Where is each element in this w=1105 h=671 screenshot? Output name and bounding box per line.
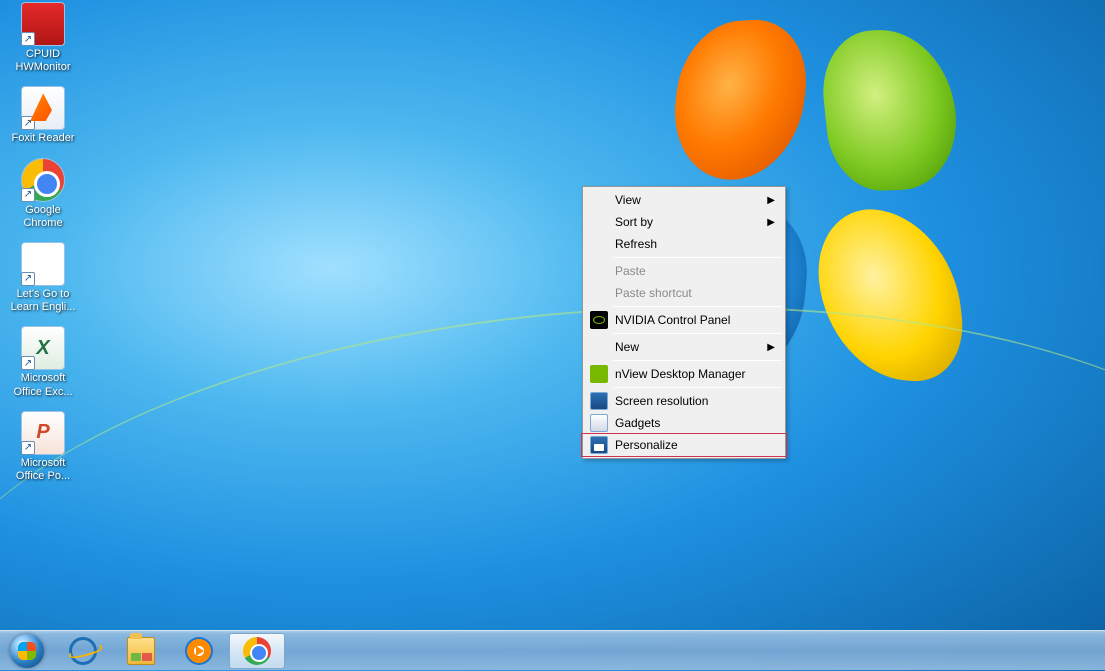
context-menu-item-gadgets[interactable]: Gadgets	[585, 412, 783, 434]
ms-powerpoint-icon: ↗	[21, 411, 65, 455]
context-menu-item-label: Paste	[615, 264, 646, 278]
shortcut-arrow-icon: ↗	[21, 272, 35, 286]
ms-excel-icon: ↗	[21, 326, 65, 370]
context-menu-item-view[interactable]: View ▶	[585, 189, 783, 211]
file-explorer-icon	[127, 637, 155, 665]
internet-explorer-icon	[69, 637, 97, 665]
context-menu-item-label: New	[615, 340, 639, 354]
context-menu-item-nview-desktop-manager[interactable]: nView Desktop Manager	[585, 363, 783, 385]
nvidia-eye-icon	[590, 311, 608, 329]
shortcut-arrow-icon: ↗	[21, 32, 35, 46]
context-menu-item-label: Sort by	[615, 215, 653, 229]
desktop-icon-google-chrome[interactable]: ↗ Google Chrome	[6, 156, 80, 232]
google-chrome-icon: ↗	[21, 158, 65, 202]
desktop-icon-label: CPUID HWMonitor	[8, 48, 78, 74]
context-menu-separator	[613, 387, 782, 388]
nvidia-logo-icon	[590, 365, 608, 383]
context-menu-item-label: Gadgets	[615, 416, 660, 430]
shortcut-arrow-icon: ↗	[21, 188, 35, 202]
context-menu-separator	[613, 333, 782, 334]
context-menu-item-paste: Paste	[585, 260, 783, 282]
context-menu-item-nvidia-control-panel[interactable]: NVIDIA Control Panel	[585, 309, 783, 331]
cpuid-hwmonitor-icon: ↗	[21, 2, 65, 46]
context-menu-separator	[613, 360, 782, 361]
highlight-box	[581, 433, 787, 457]
shortcut-arrow-icon: ↗	[21, 116, 35, 130]
desktop-icon-cpuid-hwmonitor[interactable]: ↗ CPUID HWMonitor	[6, 0, 80, 76]
desktop-icon-label: Microsoft Office Po...	[8, 457, 78, 483]
context-menu-item-paste-shortcut: Paste shortcut	[585, 282, 783, 304]
desktop-icon-label: Foxit Reader	[12, 132, 75, 145]
start-button[interactable]	[0, 631, 54, 671]
submenu-arrow-icon: ▶	[767, 195, 775, 206]
context-menu-item-label: NVIDIA Control Panel	[615, 313, 730, 327]
taskbar	[0, 630, 1105, 670]
desktop-icon-label: Microsoft Office Exc...	[8, 372, 78, 398]
context-menu-item-label: nView Desktop Manager	[615, 367, 746, 381]
google-chrome-icon	[243, 637, 271, 665]
context-menu-item-sort-by[interactable]: Sort by ▶	[585, 211, 783, 233]
context-menu-separator	[613, 257, 782, 258]
context-menu-item-label: View	[615, 193, 641, 207]
desktop-icon-ms-powerpoint[interactable]: ↗ Microsoft Office Po...	[6, 409, 80, 485]
desktop-icons-column: ↗ CPUID HWMonitor ↗ Foxit Reader ↗ Google Chr…	[6, 0, 80, 485]
desktop-icon-label: Let's Go to Learn Engli...	[8, 288, 78, 314]
desktop-icon-ms-excel[interactable]: ↗ Microsoft Office Exc...	[6, 324, 80, 400]
taskbar-item-media-player[interactable]	[171, 633, 227, 669]
submenu-arrow-icon: ▶	[767, 217, 775, 228]
shortcut-arrow-icon: ↗	[21, 441, 35, 455]
context-menu-item-screen-resolution[interactable]: Screen resolution	[585, 390, 783, 412]
desktop-context-menu: View ▶ Sort by ▶ Refresh Paste Paste shortcut N…	[582, 186, 786, 459]
submenu-arrow-icon: ▶	[767, 342, 775, 353]
context-menu-item-label: Paste shortcut	[615, 286, 692, 300]
context-menu-item-new[interactable]: New ▶	[585, 336, 783, 358]
media-player-icon	[185, 637, 213, 665]
context-menu-item-personalize[interactable]: Personalize	[585, 434, 783, 456]
gadgets-icon	[590, 414, 608, 432]
foxit-reader-icon: ↗	[21, 86, 65, 130]
lets-go-english-icon: ↗	[21, 242, 65, 286]
desktop-icon-lets-go-english[interactable]: ↗ Let's Go to Learn Engli...	[6, 240, 80, 316]
context-menu-separator	[613, 306, 782, 307]
context-menu-item-label: Refresh	[615, 237, 657, 251]
context-menu-item-label: Screen resolution	[615, 394, 708, 408]
taskbar-item-google-chrome[interactable]	[229, 633, 285, 669]
taskbar-item-internet-explorer[interactable]	[55, 633, 111, 669]
desktop-icon-label: Google Chrome	[8, 204, 78, 230]
context-menu-item-refresh[interactable]: Refresh	[585, 233, 783, 255]
desktop-icon-foxit-reader[interactable]: ↗ Foxit Reader	[6, 84, 80, 147]
shortcut-arrow-icon: ↗	[21, 356, 35, 370]
taskbar-item-file-explorer[interactable]	[113, 633, 169, 669]
start-orb-icon	[10, 634, 44, 668]
screenres-icon	[590, 392, 608, 410]
